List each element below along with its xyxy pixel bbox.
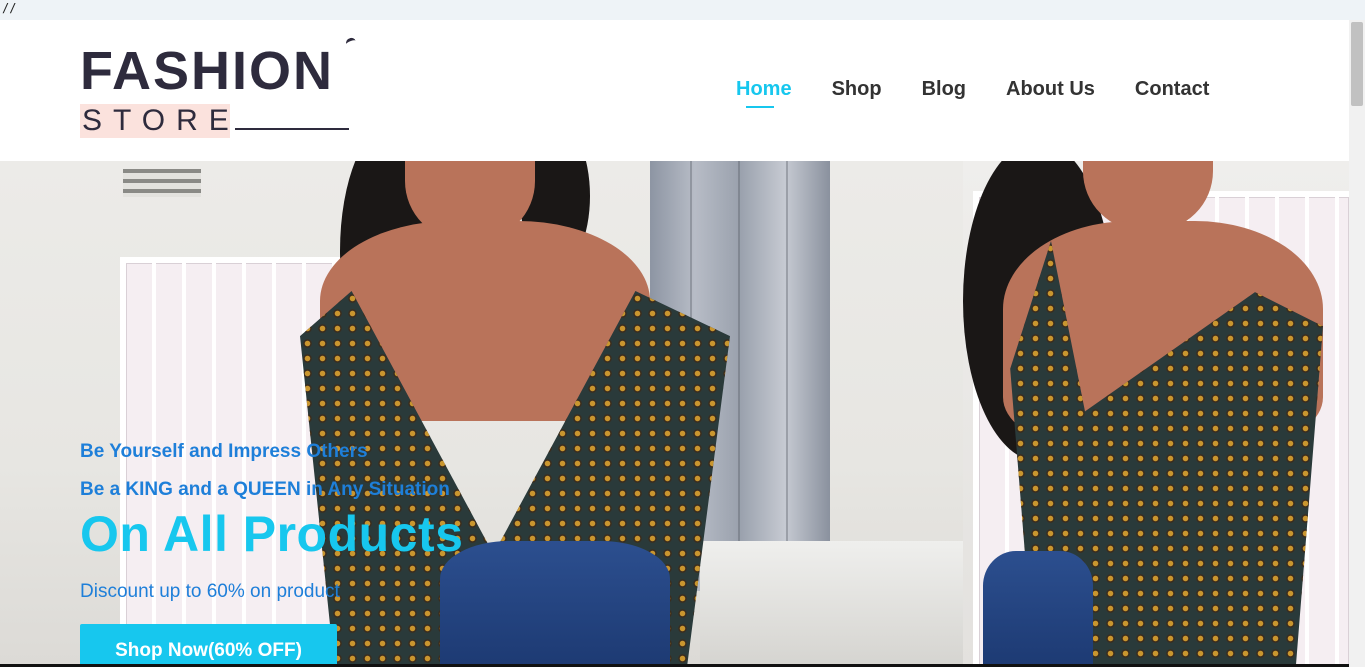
nav-item-shop[interactable]: Shop: [832, 78, 882, 101]
nav-item-label: Contact: [1134, 78, 1210, 100]
hero-tagline-2: Be a KING and a QUEEN in Any Situation: [80, 479, 450, 500]
browser-top-strip: //: [0, 0, 1365, 21]
site-header: FASHION STORE Home Shop Blog About Us Co…: [0, 20, 1349, 161]
hero-banner: Be Yourself and Impress Others Be a KING…: [0, 161, 1349, 667]
shop-now-button[interactable]: Shop Now(60% OFF): [80, 624, 337, 667]
logo-store-label: STORE: [80, 104, 240, 138]
hero-tagline-1: Be Yourself and Impress Others: [80, 441, 368, 462]
secondary-photo-panel: [963, 161, 1349, 667]
nav-item-about-us[interactable]: About Us: [1006, 78, 1095, 101]
main-nav: Home Shop Blog About Us Contact: [736, 78, 1209, 108]
logo-wordmark: FASHION: [80, 41, 335, 101]
page-scrollbar[interactable]: [1349, 20, 1365, 667]
nav-active-indicator: [746, 106, 774, 108]
logo-underline: [235, 128, 349, 130]
nav-item-label: Home: [736, 78, 792, 100]
nav-item-label: Blog: [921, 78, 967, 100]
site-logo[interactable]: FASHION STORE: [80, 36, 358, 138]
nav-item-label: Shop: [831, 78, 882, 100]
dress-denim-panel: [440, 541, 670, 667]
hero-discount-text: Discount up to 60% on product: [80, 581, 340, 602]
logo-accent-mark: [344, 36, 358, 49]
nav-item-blog[interactable]: Blog: [922, 78, 966, 101]
nav-item-label: About Us: [1006, 78, 1095, 100]
background-ledge: [700, 541, 980, 667]
wall-vent: [123, 169, 201, 197]
nav-item-contact[interactable]: Contact: [1135, 78, 1209, 101]
scrollbar-thumb[interactable]: [1351, 22, 1363, 106]
top-strip-text: //: [2, 1, 17, 15]
hero-headline: On All Products: [80, 506, 464, 562]
nav-item-home[interactable]: Home: [736, 78, 792, 108]
